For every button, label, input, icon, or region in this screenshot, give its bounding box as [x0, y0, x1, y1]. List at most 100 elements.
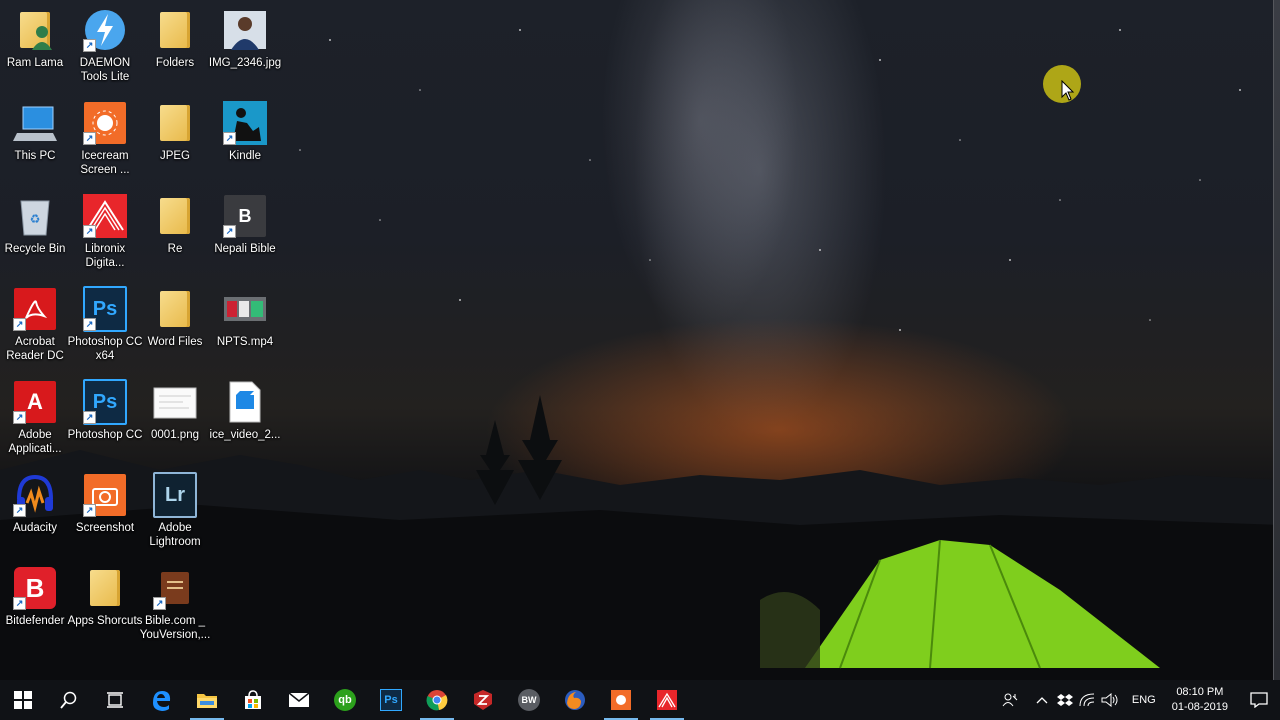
show-hidden-icons-button[interactable]	[1030, 680, 1054, 720]
folder-icon	[153, 8, 197, 52]
folder-icon	[197, 694, 217, 708]
desktop-icon-bible-com[interactable]: ↗ Bible.com _ YouVersion,...	[140, 566, 210, 642]
search-button[interactable]	[46, 680, 92, 720]
libronix-icon	[657, 690, 677, 710]
video-file-icon	[223, 380, 267, 424]
desktop-icon-folders[interactable]: Folders	[140, 8, 210, 70]
icecream-icon: ↗	[83, 101, 127, 145]
bw-icon: BW	[518, 689, 540, 711]
bible-app-icon: B ↗	[223, 194, 267, 238]
task-view-icon	[107, 692, 123, 708]
desktop-icon-0001-png[interactable]: 0001.png	[140, 380, 210, 442]
desktop-icon-libronix[interactable]: ↗ Libronix Digita...	[70, 194, 140, 270]
bible-icon: ↗	[153, 566, 197, 610]
desktop-icon-audacity[interactable]: ↗ Audacity	[0, 473, 70, 535]
desktop-icon-screenshot[interactable]: ↗ Screenshot	[70, 473, 140, 535]
desktop-icon-adobe-applications[interactable]: A ↗ Adobe Applicati...	[0, 380, 70, 456]
dropbox-button[interactable]	[1054, 680, 1076, 720]
icecream-icon	[611, 690, 631, 710]
image-file-icon	[153, 380, 197, 424]
taskbar: qb Ps BW ENG 08:10 PM 01-08-2019	[0, 680, 1280, 720]
chrome-button[interactable]	[414, 680, 460, 720]
desktop-icon-word-files[interactable]: Word Files	[140, 287, 210, 349]
dropbox-icon	[1056, 694, 1073, 706]
mail-button[interactable]	[276, 680, 322, 720]
desktop-icon-img-2346[interactable]: IMG_2346.jpg	[209, 8, 281, 70]
desktop-icon-bitdefender[interactable]: B ↗ Bitdefender	[0, 566, 70, 628]
desktop-icon-ice-video[interactable]: ice_video_2...	[210, 380, 280, 442]
photo-thumbnail-icon	[223, 8, 267, 52]
adobe-icon: A ↗	[13, 380, 57, 424]
volume-button[interactable]	[1098, 680, 1122, 720]
edge-icon	[153, 691, 171, 711]
people-button[interactable]	[996, 680, 1024, 720]
network-button[interactable]	[1076, 680, 1098, 720]
search-icon	[60, 691, 77, 709]
folder-icon	[153, 287, 197, 331]
notification-icon	[1250, 692, 1268, 708]
folder-icon	[83, 566, 127, 610]
quickbooks-button[interactable]: qb	[322, 680, 368, 720]
people-icon	[1002, 693, 1018, 707]
wifi-icon	[1079, 693, 1094, 707]
desktop-icon-kindle[interactable]: ↗ Kindle	[210, 101, 280, 163]
clock-time: 08:10 PM	[1176, 686, 1224, 698]
window-edge	[1273, 0, 1280, 680]
desktop-icon-lightroom[interactable]: Lr Adobe Lightroom	[140, 472, 210, 549]
bitdefender-icon: B ↗	[13, 566, 57, 610]
kindle-icon: ↗	[223, 101, 267, 145]
bw-button[interactable]: BW	[506, 680, 552, 720]
desktop-icon-npts-mp4[interactable]: NPTS.mp4	[210, 287, 280, 349]
desktop-icon-icecream[interactable]: ↗ Icecream Screen ...	[70, 101, 140, 177]
language-indicator[interactable]: ENG	[1126, 680, 1162, 720]
edge-button[interactable]	[138, 680, 184, 720]
mouse-pointer-icon	[1061, 80, 1075, 101]
desktop-icon-jpeg[interactable]: JPEG	[140, 101, 210, 163]
clock[interactable]: 08:10 PM 01-08-2019	[1162, 685, 1238, 715]
desktop-icon-this-pc[interactable]: This PC	[0, 101, 70, 163]
desktop-icon-photoshop-cc[interactable]: Ps ↗ Photoshop CC	[68, 379, 142, 442]
action-center-button[interactable]	[1238, 680, 1280, 720]
desktop-icon-photoshop-cc-x64[interactable]: Ps ↗ Photoshop CC x64	[68, 286, 142, 363]
start-button[interactable]	[0, 680, 46, 720]
store-button[interactable]	[230, 680, 276, 720]
mail-icon	[288, 692, 310, 707]
red-app-button[interactable]	[460, 680, 506, 720]
icecream-button[interactable]	[598, 680, 644, 720]
system-tray: ENG 08:10 PM 01-08-2019	[996, 680, 1280, 720]
file-explorer-button[interactable]	[184, 680, 230, 720]
user-folder-icon	[13, 8, 57, 52]
daemon-tools-icon: ↗	[83, 8, 127, 52]
task-view-button[interactable]	[92, 680, 138, 720]
audacity-icon: ↗	[13, 473, 57, 517]
video-thumbnail-icon	[223, 287, 267, 331]
chevron-up-icon	[1036, 697, 1048, 704]
desktop-icon-re[interactable]: Re	[140, 194, 210, 256]
desktop-icon-daemon-tools[interactable]: ↗ DAEMON Tools Lite	[70, 8, 140, 84]
desktop-icon-apps-shortcuts[interactable]: Apps Shorcuts	[68, 566, 142, 628]
desktop-icon-recycle-bin[interactable]: ♻ Recycle Bin	[0, 194, 70, 256]
windows-icon	[14, 691, 32, 709]
photoshop-icon: Ps ↗	[83, 286, 127, 332]
photoshop-icon: Ps	[380, 689, 402, 711]
photoshop-icon: Ps ↗	[83, 379, 127, 425]
store-icon	[245, 690, 261, 709]
libronix-icon: ↗	[83, 194, 127, 238]
screenshot-icon: ↗	[83, 473, 127, 517]
acrobat-icon: ↗	[13, 287, 57, 331]
firefox-button[interactable]	[552, 680, 598, 720]
chrome-icon	[426, 690, 448, 711]
desktop-icon-nepali-bible[interactable]: B ↗ Nepali Bible	[210, 194, 280, 256]
libronix-button[interactable]	[644, 680, 690, 720]
lightroom-icon: Lr	[153, 472, 197, 518]
desktop-icon-acrobat-reader[interactable]: ↗ Acrobat Reader DC	[0, 287, 70, 363]
firefox-icon	[565, 690, 585, 710]
desktop-icon-ram-lama[interactable]: Ram Lama	[0, 8, 70, 70]
photoshop-button[interactable]: Ps	[368, 680, 414, 720]
clock-date: 01-08-2019	[1171, 701, 1228, 713]
folder-icon	[153, 194, 197, 238]
qb-icon: qb	[334, 689, 356, 711]
folder-icon	[153, 101, 197, 145]
speaker-icon	[1101, 693, 1118, 707]
computer-icon	[13, 101, 57, 145]
